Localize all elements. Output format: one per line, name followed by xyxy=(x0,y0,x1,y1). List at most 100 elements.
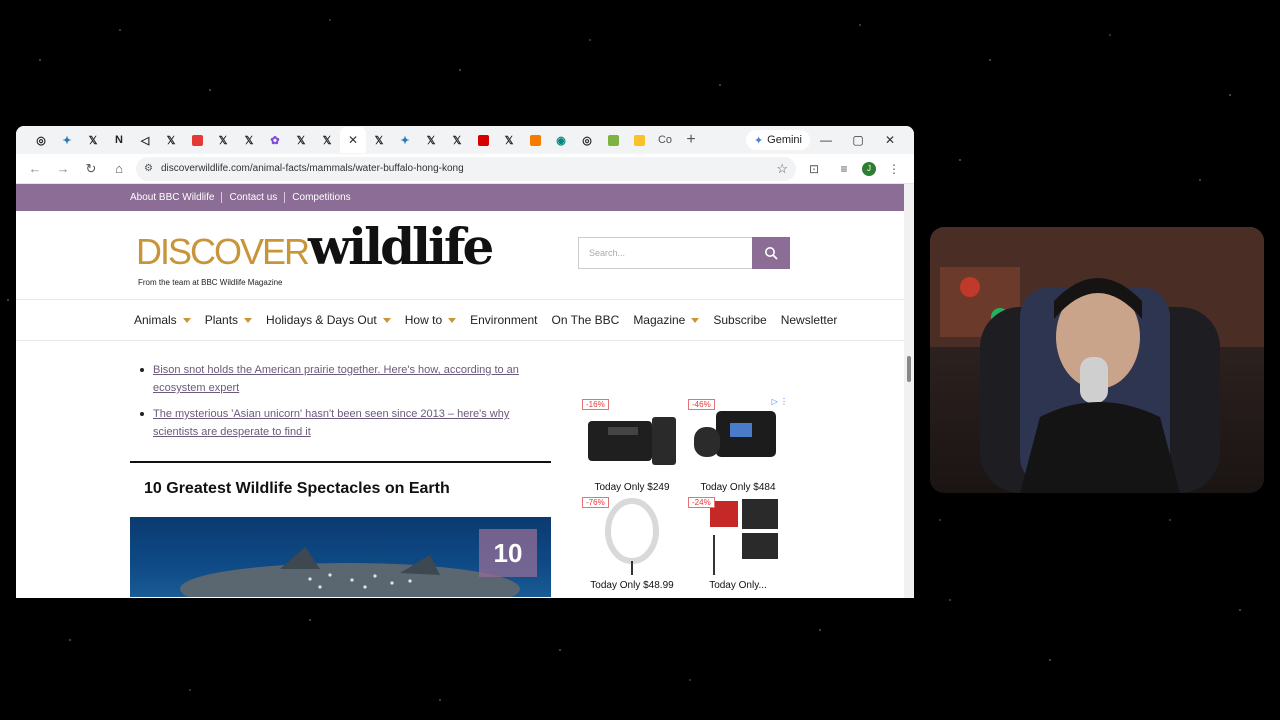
contact-link[interactable]: Contact us xyxy=(222,192,286,203)
related-link[interactable]: Bison snot holds the American prairie to… xyxy=(153,364,519,394)
ad-item[interactable]: -24% Today Only... xyxy=(686,495,790,591)
search-icon xyxy=(765,247,778,260)
tab-favicon-bird[interactable]: ✦ xyxy=(54,129,80,151)
tagline: From the team at BBC Wildlife Magazine xyxy=(138,278,283,287)
section-divider xyxy=(130,461,551,463)
close-window-icon[interactable]: ✕ xyxy=(874,133,906,147)
list-item: The mysterious 'Asian unicorn' hasn't be… xyxy=(138,405,528,441)
nav-magazine[interactable]: Magazine xyxy=(633,313,700,327)
ad-price: Today Only... xyxy=(709,580,767,591)
tab-favicon-green[interactable] xyxy=(600,129,626,151)
tab-favicon-x[interactable]: 𝕏 xyxy=(210,129,236,151)
search-button[interactable] xyxy=(752,237,790,269)
discount-badge: -16% xyxy=(582,399,609,410)
nav-label: Environment xyxy=(470,313,538,327)
media-controls-icon[interactable]: ≡ xyxy=(832,162,856,176)
nav-on-the-bbc[interactable]: On The BBC xyxy=(552,313,620,327)
tab-favicon-x[interactable]: 𝕏 xyxy=(496,129,522,151)
webcam-overlay xyxy=(930,227,1264,493)
address-bar: ← → ↻ ⌂ ⚙ discoverwildlife.com/animal-fa… xyxy=(16,154,914,184)
site-info-icon[interactable]: ⚙ xyxy=(144,163,153,174)
ad-item[interactable]: -16% Today Only $249 xyxy=(580,397,684,493)
tab-favicon-globe[interactable]: ◎ xyxy=(28,129,54,151)
tab-favicon-x[interactable]: 𝕏 xyxy=(314,129,340,151)
tab-favicon-bird[interactable]: ✦ xyxy=(392,129,418,151)
tab-favicon-x[interactable]: 𝕏 xyxy=(288,129,314,151)
ad-price: Today Only $484 xyxy=(700,482,776,493)
minimize-icon[interactable]: — xyxy=(810,133,842,147)
profile-avatar[interactable]: J xyxy=(862,161,876,176)
list-item: Bison snot holds the American prairie to… xyxy=(138,361,528,397)
menu-kebab-icon[interactable]: ⋮ xyxy=(882,162,906,176)
tab-favicon-x[interactable]: 𝕏 xyxy=(444,129,470,151)
tab-favicon-x[interactable]: 𝕏 xyxy=(236,129,262,151)
url-field[interactable]: ⚙ discoverwildlife.com/animal-facts/mamm… xyxy=(136,156,796,181)
tab-favicon-red[interactable] xyxy=(470,129,496,151)
home-icon[interactable]: ⌂ xyxy=(108,161,130,176)
ad-price: Today Only $48.99 xyxy=(590,580,674,591)
top-utility-strip: About BBC Wildlife Contact us Competitio… xyxy=(16,184,904,211)
nav-label: Magazine xyxy=(633,313,686,327)
nav-label: Animals xyxy=(134,313,177,327)
tab-favicon-n[interactable]: N xyxy=(106,129,132,151)
logo-discover-text: DISCOVER xyxy=(136,231,310,272)
hero-image-whale-shark[interactable]: 10 xyxy=(130,517,551,597)
tab-favicon-x[interactable]: 𝕏 xyxy=(418,129,444,151)
nav-holidays[interactable]: Holidays & Days Out xyxy=(266,313,391,327)
chevron-down-icon xyxy=(382,317,391,323)
related-link[interactable]: The mysterious 'Asian unicorn' hasn't be… xyxy=(153,408,509,438)
tab-favicon-x[interactable]: 𝕏 xyxy=(366,129,392,151)
site-header: DISCOVER wildlife From the team at BBC W… xyxy=(16,211,904,299)
page-scrollbar[interactable] xyxy=(904,184,914,598)
chevron-down-icon xyxy=(691,317,700,323)
lens-icon[interactable]: ⊡ xyxy=(802,162,826,176)
nav-label: Newsletter xyxy=(780,313,838,327)
page-viewport: About BBC Wildlife Contact us Competitio… xyxy=(16,184,904,598)
nav-how-to[interactable]: How to xyxy=(405,313,457,327)
tab-favicon-co[interactable]: Co xyxy=(652,129,678,151)
tab-active-close[interactable]: ✕ xyxy=(340,127,366,153)
url-text: discoverwildlife.com/animal-facts/mammal… xyxy=(160,163,464,174)
tab-favicon-x[interactable]: 𝕏 xyxy=(80,129,106,151)
bookmark-star-icon[interactable]: ☆ xyxy=(776,161,788,177)
gemini-icon: ✦ xyxy=(753,134,764,147)
tab-favicon-x[interactable]: 𝕏 xyxy=(158,129,184,151)
forward-icon[interactable]: → xyxy=(52,161,74,176)
reload-icon[interactable]: ↻ xyxy=(80,161,102,177)
browser-window: ◎ ✦ 𝕏 N ◁ 𝕏 𝕏 𝕏 ✿ 𝕏 𝕏 ✕ 𝕏 ✦ 𝕏 𝕏 𝕏 ◉ ◎ Co… xyxy=(16,126,914,598)
nav-animals[interactable]: Animals xyxy=(134,313,191,327)
maximize-icon[interactable]: ▢ xyxy=(842,133,874,147)
ad-price: Today Only $249 xyxy=(594,482,670,493)
tab-favicon-globe[interactable]: ◎ xyxy=(574,129,600,151)
back-icon[interactable]: ← xyxy=(24,161,46,176)
nav-subscribe[interactable]: Subscribe xyxy=(713,313,766,327)
competitions-link[interactable]: Competitions xyxy=(285,192,357,203)
tab-favicon-speaker[interactable]: ◁ xyxy=(132,129,158,151)
gemini-label: Gemini xyxy=(767,134,802,146)
discount-badge: -24% xyxy=(688,497,715,508)
chevron-down-icon xyxy=(448,317,457,323)
advertisement[interactable]: ▷ ⋮ -16% Today Only $249 -46% Today Only… xyxy=(580,397,790,597)
nav-label: Plants xyxy=(204,313,239,327)
nav-plants[interactable]: Plants xyxy=(204,313,253,327)
tab-favicon-teal[interactable]: ◉ xyxy=(548,129,574,151)
nav-label: On The BBC xyxy=(551,313,620,327)
tab-favicon-orange[interactable] xyxy=(522,129,548,151)
tab-favicon-s[interactable] xyxy=(184,129,210,151)
scrollbar-thumb[interactable] xyxy=(907,356,911,382)
nav-label: Subscribe xyxy=(713,313,767,327)
tab-strip: ◎ ✦ 𝕏 N ◁ 𝕏 𝕏 𝕏 ✿ 𝕏 𝕏 ✕ 𝕏 ✦ 𝕏 𝕏 𝕏 ◉ ◎ Co… xyxy=(16,126,914,154)
site-logo[interactable]: DISCOVER wildlife xyxy=(136,217,494,276)
nav-newsletter[interactable]: Newsletter xyxy=(781,313,838,327)
nav-environment[interactable]: Environment xyxy=(470,313,537,327)
tab-favicon-colorful[interactable]: ✿ xyxy=(262,129,288,151)
tab-favicon-yellow[interactable] xyxy=(626,129,652,151)
ad-item[interactable]: -76% Today Only $48.99 xyxy=(580,495,684,591)
ad-item[interactable]: -46% Today Only $484 xyxy=(686,397,790,493)
close-icon[interactable]: ✕ xyxy=(348,133,358,147)
logo-wildlife-text: wildlife xyxy=(308,217,494,276)
search-input[interactable]: Search... xyxy=(578,237,752,269)
gemini-button[interactable]: ✦ Gemini xyxy=(745,130,810,150)
about-link[interactable]: About BBC Wildlife xyxy=(130,192,223,203)
new-tab-button[interactable]: + xyxy=(678,131,704,149)
